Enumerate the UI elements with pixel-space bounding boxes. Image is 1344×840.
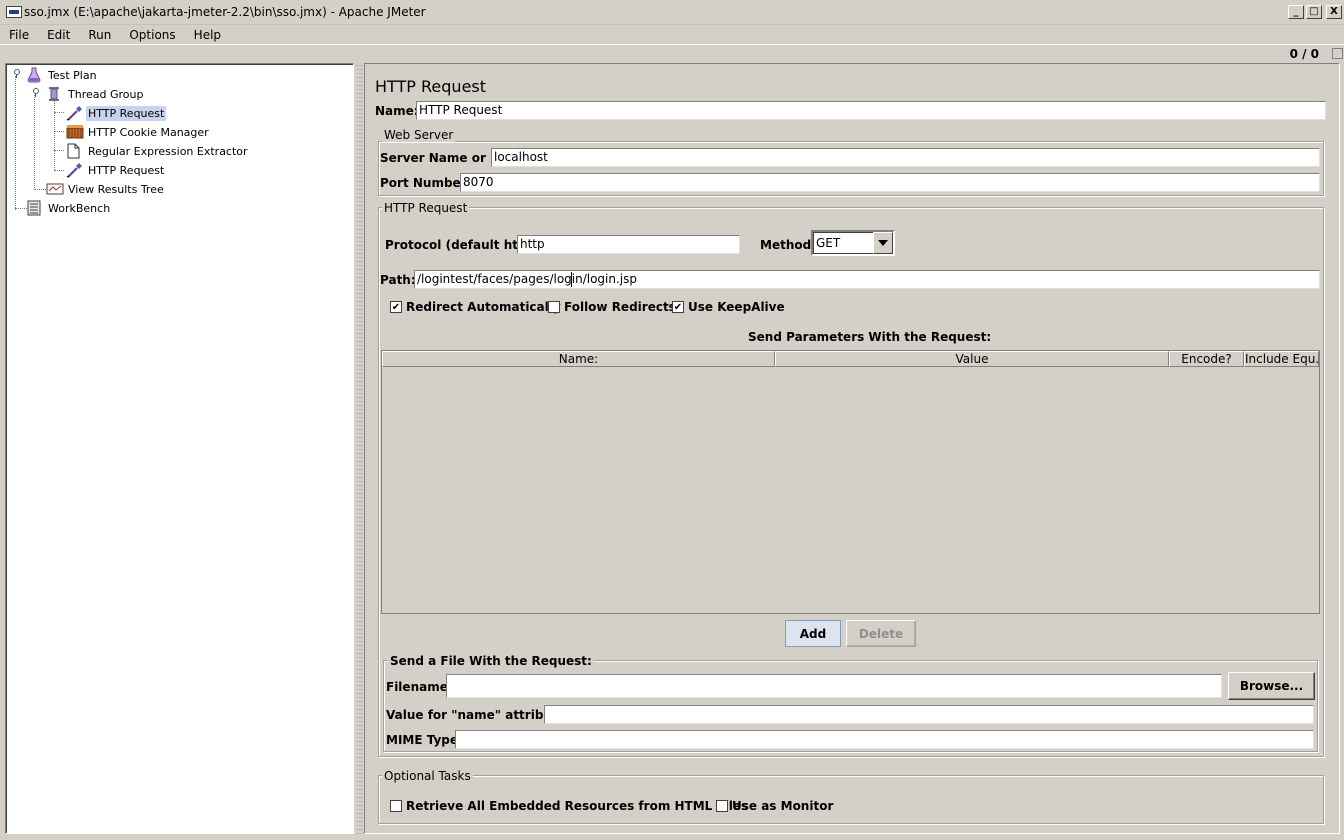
use-as-monitor-label[interactable]: Use as Monitor: [732, 799, 833, 813]
follow-redirects-label[interactable]: Follow Redirects: [564, 300, 676, 314]
browse-button[interactable]: Browse...: [1228, 672, 1315, 700]
tree-connector: [34, 95, 35, 190]
tree-connector: [54, 131, 64, 132]
http-request-panel: HTTP Request Name: HTTP Request Web Serv…: [364, 63, 1340, 834]
run-status-indicator: [1332, 48, 1343, 59]
mime-type-input[interactable]: [455, 730, 1314, 749]
page-icon: [66, 143, 82, 159]
server-name-label: Server Name or IP:: [380, 151, 509, 165]
column-header-encode[interactable]: Encode?: [1169, 351, 1244, 367]
tree-connector: [34, 189, 46, 190]
maximize-button[interactable]: □: [1306, 5, 1322, 19]
tree-connector: [54, 112, 64, 113]
follow-redirects-checkbox[interactable]: [548, 301, 560, 313]
redirect-automatically-label[interactable]: Redirect Automatically: [406, 300, 561, 314]
column-header-name[interactable]: Name:: [382, 351, 775, 367]
method-select-value: GET: [816, 236, 841, 250]
pipette-icon: [66, 105, 82, 121]
filename-input[interactable]: [446, 674, 1222, 698]
text-cursor: [571, 272, 572, 287]
web-server-group-title: Web Server: [382, 128, 456, 142]
add-parameter-button[interactable]: Add: [785, 620, 841, 647]
window-title: sso.jmx (E:\apache\jakarta-jmeter-2.2\bi…: [24, 5, 426, 19]
tree-node-label: HTTP Request: [86, 105, 167, 121]
name-attribute-label: Value for "name" attribute:: [386, 708, 571, 722]
pipette-icon: [66, 162, 82, 178]
tree-node-http-request[interactable]: HTTP Request: [66, 104, 167, 122]
tree-node-regex-extractor[interactable]: Regular Expression Extractor: [66, 142, 250, 160]
delete-parameter-button[interactable]: Delete: [846, 620, 916, 647]
tree-node-test-plan[interactable]: Test Plan: [26, 66, 99, 84]
chevron-down-icon[interactable]: [873, 232, 893, 254]
menu-bar: File Edit Run Options Help: [0, 25, 1344, 45]
parameters-table-header: Name: Value Encode? Include Equ...: [382, 351, 1319, 367]
spool-icon: [46, 86, 62, 102]
use-keepalive-label[interactable]: Use KeepAlive: [688, 300, 785, 314]
thread-counter: 0 / 0: [1289, 47, 1319, 61]
tree-toggle-handle[interactable]: [12, 69, 20, 78]
filename-label: Filename:: [386, 680, 453, 694]
method-label: Method:: [760, 238, 816, 252]
server-name-input[interactable]: localhost: [491, 148, 1320, 167]
split-pane-divider[interactable]: [356, 63, 363, 834]
tree-connector: [54, 150, 64, 151]
use-as-monitor-checkbox[interactable]: [716, 800, 728, 812]
name-label: Name:: [375, 104, 419, 118]
menu-edit[interactable]: Edit: [38, 26, 79, 44]
tree-node-label: Test Plan: [48, 68, 97, 82]
optional-tasks-group-title: Optional Tasks: [382, 769, 473, 783]
tree-node-label: HTTP Cookie Manager: [88, 125, 209, 139]
path-input[interactable]: /logintest/faces/pages/login/login.jsp: [414, 270, 1320, 289]
port-number-label: Port Number:: [380, 176, 472, 190]
protocol-input[interactable]: http: [517, 235, 740, 254]
tree-node-label: Regular Expression Extractor: [88, 144, 248, 158]
status-line: 0 / 0: [0, 46, 1344, 62]
cookie-manager-icon: [66, 124, 84, 140]
redirect-automatically-checkbox[interactable]: [390, 301, 402, 313]
use-keepalive-checkbox[interactable]: [672, 301, 684, 313]
menu-run[interactable]: Run: [79, 26, 120, 44]
tree-node-label: Thread Group: [68, 87, 144, 101]
tree-node-label: View Results Tree: [68, 182, 164, 196]
menu-help[interactable]: Help: [185, 26, 230, 44]
tree-node-label: WorkBench: [48, 201, 111, 215]
workbench-icon: [26, 200, 42, 216]
tree-node-label: HTTP Request: [88, 163, 165, 177]
name-attribute-input[interactable]: [544, 705, 1314, 724]
tree-connector: [54, 170, 64, 171]
port-number-input[interactable]: 8070: [460, 173, 1320, 192]
close-button[interactable]: X: [1326, 5, 1342, 19]
app-icon: [6, 6, 22, 18]
method-select[interactable]: GET: [811, 230, 895, 256]
column-header-value[interactable]: Value: [775, 351, 1169, 367]
tree-node-workbench[interactable]: WorkBench: [26, 199, 112, 217]
menu-options[interactable]: Options: [120, 26, 184, 44]
mime-type-label: MIME Type:: [386, 733, 463, 747]
retrieve-embedded-label[interactable]: Retrieve All Embedded Resources from HTM…: [406, 799, 748, 813]
http-request-group-title: HTTP Request: [382, 201, 470, 215]
tree-node-http-request-2[interactable]: HTTP Request: [66, 161, 166, 179]
minimize-button[interactable]: _: [1288, 5, 1304, 19]
tree-node-cookie-manager[interactable]: HTTP Cookie Manager: [66, 123, 211, 141]
title-bar: sso.jmx (E:\apache\jakarta-jmeter-2.2\bi…: [0, 0, 1344, 25]
tree-connector: [15, 76, 16, 210]
tree-node-thread-group[interactable]: Thread Group: [46, 85, 145, 103]
retrieve-embedded-checkbox[interactable]: [390, 800, 402, 812]
flask-icon: [26, 67, 42, 83]
name-input[interactable]: HTTP Request: [416, 101, 1326, 120]
tree-node-view-results-tree[interactable]: View Results Tree: [46, 180, 166, 198]
window-controls: _ □ X: [1288, 5, 1342, 19]
parameters-table[interactable]: Name: Value Encode? Include Equ...: [381, 350, 1320, 614]
params-title: Send Parameters With the Request:: [748, 330, 992, 344]
path-label: Path:: [380, 273, 416, 287]
send-file-group-title: Send a File With the Request:: [388, 654, 594, 668]
tree-toggle-handle[interactable]: [31, 88, 39, 97]
test-plan-tree: Test Plan Thread Group HTTP Request HTTP…: [5, 63, 354, 834]
results-tree-icon: [46, 181, 64, 197]
panel-title: HTTP Request: [375, 77, 487, 96]
tree-connector: [54, 100, 55, 170]
menu-file[interactable]: File: [0, 26, 38, 44]
column-header-include-equals[interactable]: Include Equ...: [1244, 351, 1319, 367]
